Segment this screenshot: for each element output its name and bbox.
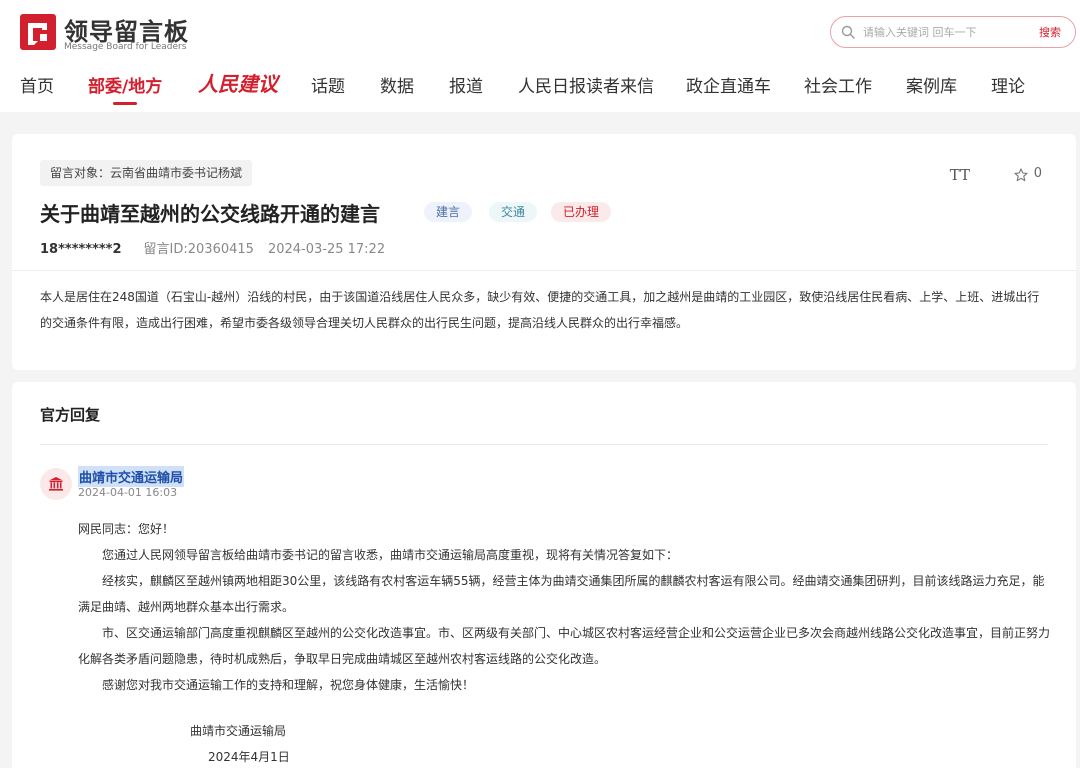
nav-active-indicator (113, 102, 137, 105)
reply-body: 网民同志：您好！ 您通过人民网领导留言板给曲靖市委书记的留言收悉，曲靖市交通运输… (78, 516, 1050, 698)
reply-card: 官方回复 曲靖市交通运输局 2024-04-01 16:03 网民同志：您好！ … (12, 382, 1076, 768)
message-title: 关于曲靖至越州的公交线路开通的建言 (40, 202, 380, 226)
divider (40, 444, 1048, 445)
nav-item-people-suggestions[interactable]: 人民建议 (198, 68, 278, 97)
nav-item-theory[interactable]: 理论 (991, 72, 1025, 97)
government-building-icon (49, 477, 63, 491)
message-target[interactable]: 留言对象：云南省曲靖市委书记杨斌 (40, 160, 253, 186)
search-button[interactable]: 搜索 (1039, 24, 1061, 40)
message-user: 18********2 (40, 242, 122, 257)
star-icon[interactable] (1014, 168, 1028, 182)
divider (12, 270, 1076, 271)
message-id: 留言ID:20360415 (143, 242, 254, 257)
site-logo[interactable]: 领导留言板 Message Board for Leaders (20, 12, 220, 52)
nav-item-ministries-local[interactable]: 部委/地方 (88, 72, 162, 97)
reply-paragraph: 经核实，麒麟区至越州镇两地相距30公里，该线路有农村客运车辆55辆，经营主体为曲… (78, 574, 1045, 614)
search-icon (841, 25, 855, 39)
search-input[interactable] (863, 22, 1023, 42)
reply-signature-org: 曲靖市交通运输局 (190, 724, 287, 738)
reply-paragraph: 市、区交通运输部门高度重视麒麟区至越州的公交化改造事宜。市、区两级有关部门、中心… (78, 626, 1051, 666)
status-badge: 已办理 (551, 202, 612, 222)
nav-item-gov-enterprise[interactable]: 政企直通车 (686, 72, 771, 97)
site-header: 领导留言板 Message Board for Leaders 搜索 首页 部委… (0, 0, 1080, 112)
message-card: 留言对象：云南省曲靖市委书记杨斌 TT 0 关于曲靖至越州的公交线路开通的建言 … (12, 134, 1076, 370)
logo-mark-icon (20, 14, 56, 50)
font-size-icon[interactable]: TT (950, 166, 970, 184)
reply-department[interactable]: 曲靖市交通运输局 (78, 466, 185, 487)
reply-paragraph: 您通过人民网领导留言板给曲靖市委书记的留言收悉，曲靖市交通运输局高度重视，现将有… (102, 548, 679, 562)
nav-item-data[interactable]: 数据 (380, 72, 414, 97)
message-meta: 18********2 留言ID:20360415 2024-03-25 17:22 (40, 238, 385, 257)
nav-item-reader-letters[interactable]: 人民日报读者来信 (518, 72, 654, 97)
reply-signature-date: 2024年4月1日 (208, 750, 290, 764)
nav-item-reports[interactable]: 报道 (449, 72, 483, 97)
reply-heading: 官方回复 (40, 406, 101, 424)
avatar (40, 468, 72, 500)
nav-item-home[interactable]: 首页 (20, 72, 54, 97)
reply-greeting: 网民同志：您好！ (78, 522, 175, 536)
message-datetime: 2024-03-25 17:22 (267, 242, 386, 257)
logo-subtitle: Message Board for Leaders (64, 42, 187, 52)
main-nav: 首页 部委/地方 人民建议 话题 数据 报道 人民日报读者来信 政企直通车 社会… (0, 72, 1080, 104)
favorite-count: 0 (1033, 166, 1042, 181)
nav-item-topics[interactable]: 话题 (311, 72, 345, 97)
search-box: 搜索 (830, 16, 1076, 48)
reply-paragraph: 感谢您对我市交通运输工作的支持和理解，祝您身体健康，生活愉快！ (102, 678, 475, 692)
message-content: 本人是居住在248国道（石宝山-越州）沿线的村民，由于该国道沿线居住人民众多，缺… (40, 290, 1040, 330)
tag-suggestion[interactable]: 建言 (424, 202, 473, 222)
reply-datetime: 2024-04-01 16:03 (78, 486, 178, 499)
nav-item-case-library[interactable]: 案例库 (906, 72, 957, 97)
tag-transport[interactable]: 交通 (489, 202, 538, 222)
nav-item-social-work[interactable]: 社会工作 (804, 72, 872, 97)
